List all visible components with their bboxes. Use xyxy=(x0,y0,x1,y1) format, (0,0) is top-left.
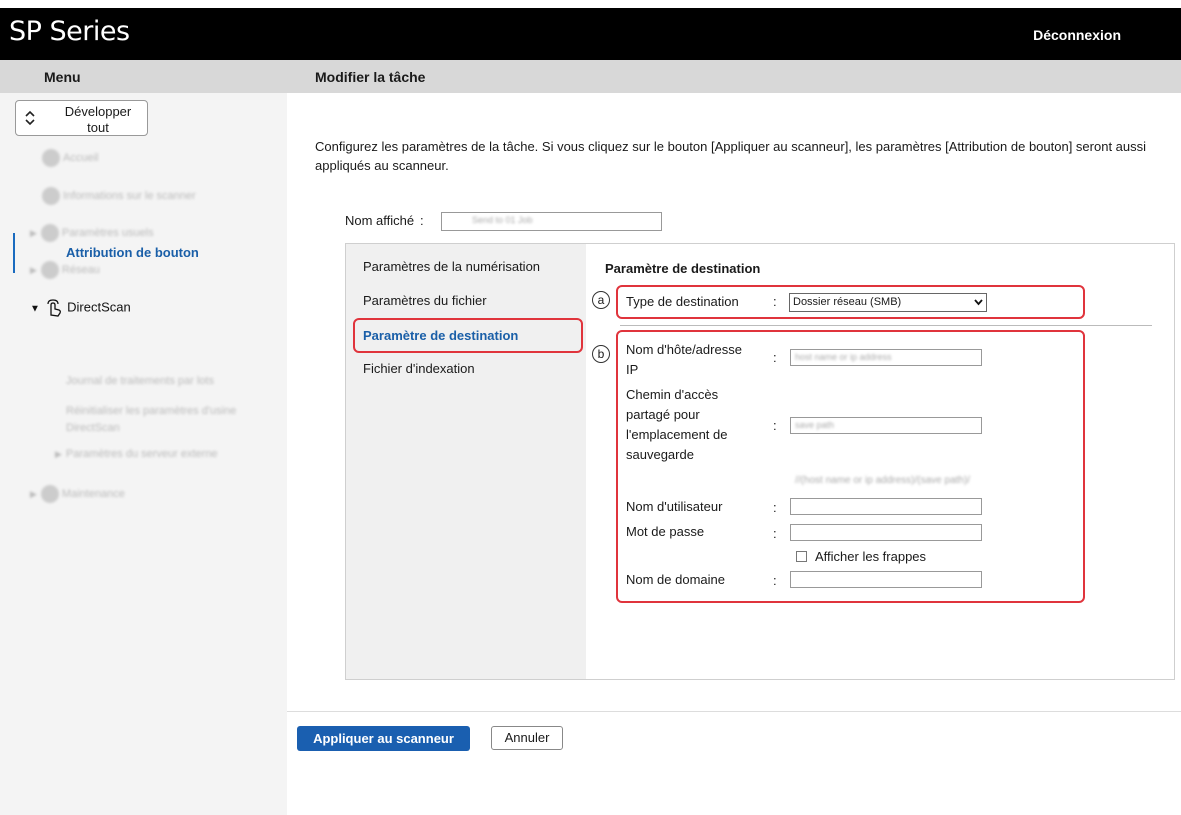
sidebar-item-button-assignment[interactable]: Attribution de bouton xyxy=(66,245,199,260)
sidebar-item-batch-log[interactable]: Journal de traitements par lots xyxy=(66,375,214,387)
active-indicator xyxy=(13,233,15,273)
top-bar: SP Series Déconnexion xyxy=(0,8,1181,60)
domain-label: Nom de domaine xyxy=(626,572,725,587)
expand-collapse-icon xyxy=(25,110,35,126)
show-keys-checkbox[interactable] xyxy=(796,551,807,562)
tab-file-settings[interactable]: Paramètres du fichier xyxy=(363,293,487,308)
expand-all-button[interactable]: Développer tout xyxy=(15,100,148,136)
sidebar-item-home[interactable]: Accueil xyxy=(42,149,98,167)
sidebar-item-network[interactable]: ▶ Réseau xyxy=(30,261,100,279)
home-icon xyxy=(42,149,60,167)
settings-tabs: Paramètres de la numérisation Paramètres… xyxy=(346,244,586,679)
display-name-input[interactable]: Send to 01 Job xyxy=(441,212,662,231)
settings-icon xyxy=(40,224,59,242)
colon: : xyxy=(420,213,424,228)
sidebar-item-external-server[interactable]: ▶ Paramètres du serveur externe xyxy=(55,448,218,460)
logout-link[interactable]: Déconnexion xyxy=(1033,27,1121,43)
path-hint: //(host name or ip address)/(save path)/ xyxy=(795,475,971,486)
destination-type-label: Type de destination xyxy=(626,294,739,309)
chevron-down-icon xyxy=(974,299,983,306)
sidebar-item-scanner-info[interactable]: Informations sur le scanner xyxy=(42,187,196,205)
path-label: Chemin d'accès partagé pour l'emplacemen… xyxy=(626,387,728,462)
caret-right-icon: ▶ xyxy=(55,449,62,459)
save-path-input[interactable]: save path xyxy=(790,417,982,434)
sub-header-bar: Menu Modifier la tâche xyxy=(0,60,1181,93)
divider xyxy=(620,325,1152,326)
colon: : xyxy=(773,350,777,365)
sidebar-item-directscan[interactable]: ▼ DirectScan xyxy=(30,298,131,318)
expand-all-label: Développer tout xyxy=(64,104,132,135)
colon: : xyxy=(773,526,777,541)
cancel-button[interactable]: Annuler xyxy=(491,726,563,750)
colon: : xyxy=(773,418,777,433)
colon: : xyxy=(773,294,777,309)
domain-input[interactable] xyxy=(790,571,982,588)
username-label: Nom d'utilisateur xyxy=(626,499,723,514)
footer-divider xyxy=(287,711,1181,712)
menu-title: Menu xyxy=(44,69,81,85)
host-label: Nom d'hôte/adresse IP xyxy=(626,342,742,377)
caret-down-icon: ▼ xyxy=(30,303,40,315)
sidebar-item-maintenance[interactable]: ▶ Maintenance xyxy=(30,485,125,503)
display-name-label: Nom affiché xyxy=(345,213,415,228)
password-input[interactable] xyxy=(790,524,982,541)
intro-text: Configurez les paramètres de la tâche. S… xyxy=(315,139,1147,173)
directscan-icon xyxy=(46,299,61,317)
colon: : xyxy=(773,500,777,515)
caret-right-icon: ▶ xyxy=(30,488,37,499)
apply-to-scanner-button[interactable]: Appliquer au scanneur xyxy=(297,726,470,751)
destination-type-select[interactable]: Dossier réseau (SMB) xyxy=(789,293,987,312)
marker-b: b xyxy=(592,345,610,363)
show-keys-label: Afficher les frappes xyxy=(815,549,927,564)
section-title: Paramètre de destination xyxy=(605,261,761,276)
sidebar-item-reset-directscan[interactable]: Réinitialiser les paramètres d'usine Dir… xyxy=(66,403,256,437)
highlight-tab xyxy=(353,318,583,353)
colon: : xyxy=(773,573,777,588)
password-label: Mot de passe xyxy=(626,524,705,539)
caret-right-icon: ▶ xyxy=(30,227,37,238)
sidebar-item-common-settings[interactable]: ▶ Paramètres usuels xyxy=(30,224,154,242)
info-icon xyxy=(42,187,60,205)
sidebar: Développer tout Accueil Informations sur… xyxy=(0,93,287,815)
marker-a: a xyxy=(592,291,610,309)
tab-scan-settings[interactable]: Paramètres de la numérisation xyxy=(363,259,540,274)
caret-right-icon: ▶ xyxy=(30,264,37,275)
app-title: SP Series xyxy=(9,16,130,47)
network-icon xyxy=(40,261,59,279)
host-input[interactable]: host name or ip address xyxy=(790,349,982,366)
username-input[interactable] xyxy=(790,498,982,515)
page-title: Modifier la tâche xyxy=(315,69,426,85)
tab-index-file[interactable]: Fichier d'indexation xyxy=(363,361,475,376)
maintenance-icon xyxy=(40,485,59,503)
